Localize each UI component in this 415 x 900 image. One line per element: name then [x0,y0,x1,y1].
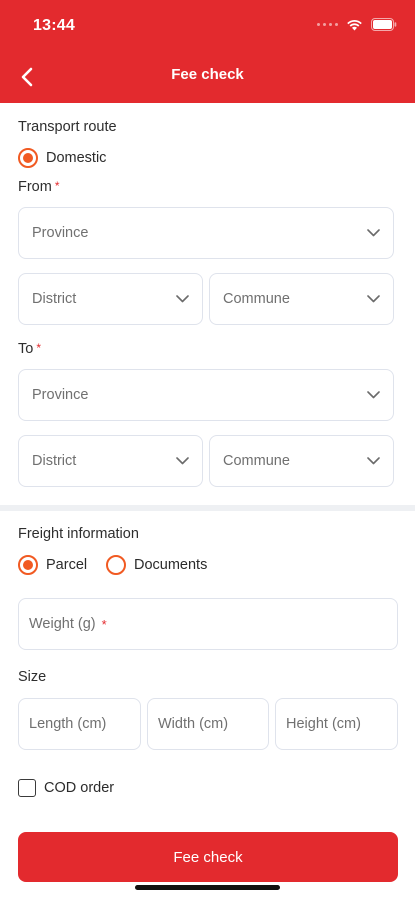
transport-route-label: Transport route [18,119,117,135]
to-district-select[interactable]: District [18,435,203,487]
radio-parcel[interactable]: Parcel [18,555,87,575]
radio-documents[interactable]: Documents [106,555,207,575]
chevron-down-icon [175,454,189,468]
to-commune-select[interactable]: Commune [209,435,394,487]
height-placeholder: Height (cm) [286,716,361,732]
radio-parcel-indicator [18,555,38,575]
chevron-down-icon [366,292,380,306]
from-label-text: From [18,179,52,195]
to-commune-placeholder: Commune [223,453,290,469]
fee-check-button[interactable]: Fee check [18,832,398,882]
radio-domestic-label: Domestic [46,150,107,166]
status-icons [317,18,397,31]
from-province-select[interactable]: Province [18,207,394,259]
from-commune-placeholder: Commune [223,291,290,307]
radio-domestic-indicator [18,148,38,168]
length-placeholder: Length (cm) [29,716,107,732]
width-placeholder: Width (cm) [158,716,229,732]
cod-order-label: COD order [44,780,115,796]
chevron-down-icon [175,292,189,306]
freight-info-label: Freight information [18,526,139,542]
to-district-placeholder: District [32,453,77,469]
required-mark: * [101,616,107,632]
from-district-placeholder: District [32,291,77,307]
radio-domestic[interactable]: Domestic [18,148,106,168]
app-header: 13:44 Fee check [0,0,415,103]
to-province-select[interactable]: Province [18,369,394,421]
width-input[interactable]: Width (cm) [147,698,269,750]
page-title: Fee check [171,66,244,83]
home-indicator [135,885,280,890]
wifi-icon [346,19,363,31]
from-district-select[interactable]: District [18,273,203,325]
to-label: To * [18,341,41,357]
radio-parcel-label: Parcel [46,557,88,573]
status-time: 13:44 [33,17,75,34]
chevron-down-icon [366,226,380,240]
weight-input[interactable]: Weight (g) * [18,598,398,650]
signal-dots-icon [317,23,338,26]
length-input[interactable]: Length (cm) [18,698,141,750]
size-label: Size [18,669,47,685]
chevron-down-icon [366,454,380,468]
required-mark: * [54,179,60,193]
battery-icon [371,18,397,31]
to-province-placeholder: Province [32,387,89,403]
chevron-down-icon [366,388,380,402]
radio-documents-indicator [106,555,126,575]
weight-placeholder: Weight (g) [29,616,96,632]
height-input[interactable]: Height (cm) [275,698,398,750]
to-label-text: To [18,341,34,357]
section-divider [0,505,415,511]
from-province-placeholder: Province [32,225,89,241]
cod-order-checkbox[interactable] [18,779,36,797]
required-mark: * [36,341,41,355]
cod-order-checkbox-row[interactable]: COD order [18,779,114,797]
radio-documents-label: Documents [134,557,208,573]
from-label: From * [18,179,60,195]
from-commune-select[interactable]: Commune [209,273,394,325]
